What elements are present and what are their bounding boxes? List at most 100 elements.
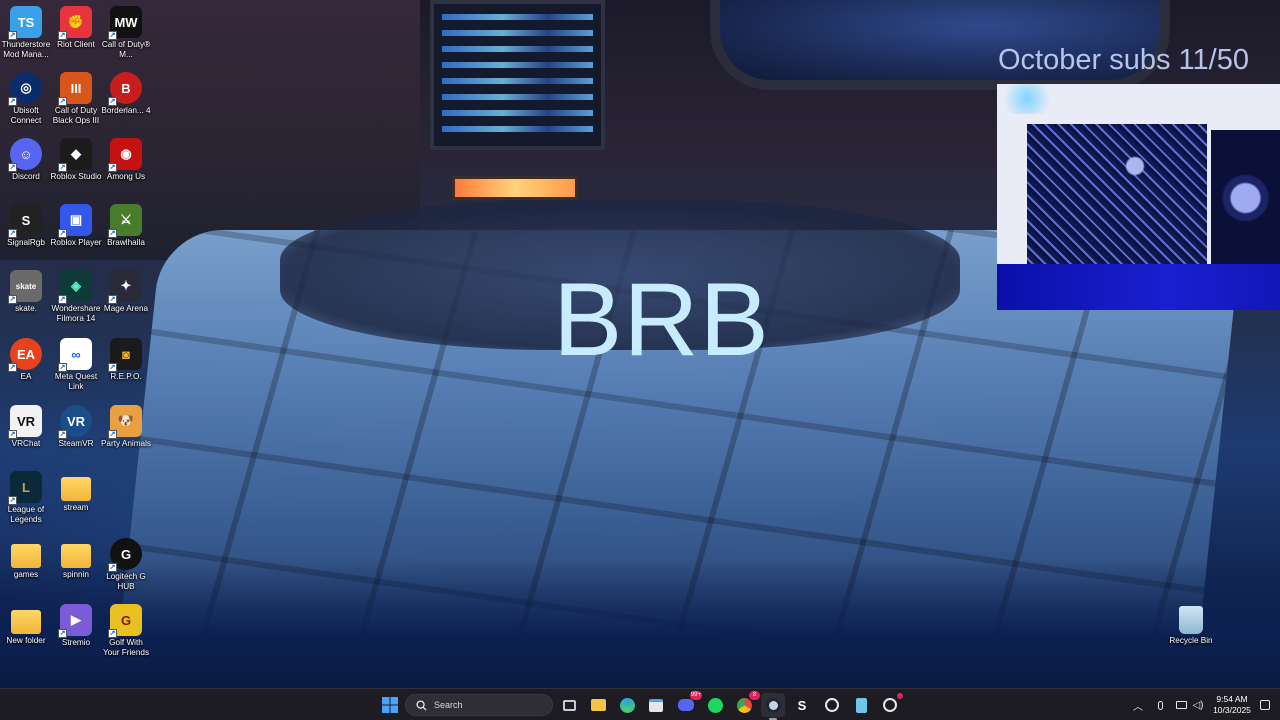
taskbar-discord[interactable]: 99+ [674, 691, 702, 717]
tray-overflow-button[interactable]: ︿ [1130, 693, 1146, 717]
desktop-icon-mage-arena[interactable]: ✦ ↗ Mage Arena [100, 270, 152, 314]
webcam-poster-left [1027, 124, 1207, 264]
folder-icon [61, 544, 91, 568]
desktop-icon-among-us[interactable]: ◉ ↗ Among Us [100, 138, 152, 182]
roblox-studio-icon: ◆ ↗ [58, 138, 92, 172]
desktop-icon-logitech-g-hub[interactable]: G ↗ Logitech G HUB [100, 538, 152, 592]
desktop-icon-skate[interactable]: skate ↗ skate. [0, 270, 52, 314]
desktop-icon-ubisoft-connect[interactable]: ◎ ↗ Ubisoft Connect [0, 72, 52, 126]
app-alert-icon [883, 698, 897, 712]
desktop-icon-filmora[interactable]: ◈ ↗ Wondershare Filmora 14 [50, 270, 102, 324]
desktop-icon-ea[interactable]: EA ↗ EA [0, 338, 52, 382]
repo-icon: ◙ ↗ [108, 338, 142, 372]
file-explorer-icon [590, 699, 606, 711]
tray-network-button[interactable] [1173, 693, 1189, 717]
webcam-blue-band [997, 264, 1280, 310]
volume-icon: ◁) [1192, 699, 1204, 711]
steamvr-icon: VR ↗ [58, 405, 92, 439]
desktop-icon-roblox-player[interactable]: ▣ ↗ Roblox Player [50, 204, 102, 248]
party-animals-icon: 🐶 ↗ [108, 405, 142, 439]
taskbar-search-box[interactable]: Search [405, 694, 553, 716]
desktop-icon-vrchat[interactable]: VR ↗ VRChat [0, 405, 52, 449]
thunderstore-icon: TS ↗ [8, 6, 42, 40]
desktop-icon-signalrgb[interactable]: S ↗ SignalRgb [0, 204, 52, 248]
taskbar-app-alert[interactable] [878, 693, 903, 717]
discord-icon [678, 699, 694, 711]
stremio-icon: ▶ ↗ [58, 604, 92, 638]
taskbar-signalrgb[interactable]: S [790, 693, 814, 717]
among-us-icon: ◉ ↗ [108, 138, 142, 172]
desktop-icon-repo[interactable]: ◙ ↗ R.E.P.O. [100, 338, 152, 382]
windows-start-icon [382, 697, 398, 713]
taskbar-notepad[interactable] [849, 693, 873, 717]
desktop-icon-games-folder[interactable]: games [0, 538, 52, 580]
tray-clock[interactable]: 9:54 AM 10/3/2025 [1208, 694, 1256, 716]
tray-microphone-button[interactable] [1152, 693, 1168, 717]
clock-date: 10/3/2025 [1213, 705, 1251, 715]
borderlands-icon: B ↗ [108, 72, 142, 106]
recycle-bin-icon [1179, 606, 1203, 634]
desktop-icon-new-folder[interactable]: New folder [0, 604, 52, 646]
desktop-icon-discord[interactable]: ☺ ↗ Discord [0, 138, 52, 182]
taskbar: Search 99+ 8 S ︿ ◁) 9:54 AM 10/3/2025 [0, 688, 1280, 720]
riot-client-icon: ✊ ↗ [58, 6, 92, 40]
chrome-icon [736, 697, 752, 713]
start-button[interactable] [378, 693, 402, 717]
wallpaper-control-panel [430, 0, 605, 150]
league-of-legends-icon: L ↗ [8, 471, 42, 505]
black-ops-iii-icon: III ↗ [58, 72, 92, 106]
roblox-player-icon: ▣ ↗ [58, 204, 92, 238]
taskbar-file-explorer[interactable] [586, 693, 610, 717]
desktop-icon-thunderstore[interactable]: TS ↗ Thunderstore Mod Mana... [0, 6, 52, 60]
desktop-icon-black-ops-iii[interactable]: III ↗ Call of Duty Black Ops III [50, 72, 102, 126]
desktop-icon-stremio[interactable]: ▶ ↗ Stremio [50, 604, 102, 648]
search-icon [416, 699, 427, 711]
desktop-icon-call-of-duty-mw[interactable]: MW ↗ Call of Duty® M... [100, 6, 152, 60]
edge-icon [619, 697, 635, 713]
taskbar-edge[interactable] [615, 693, 639, 717]
desktop-icon-golf-with-your-friends[interactable]: G ↗ Golf With Your Friends [100, 604, 152, 658]
filmora-icon: ◈ ↗ [58, 270, 92, 304]
signalrgb-icon: S ↗ [8, 204, 42, 238]
taskbar-steam[interactable] [761, 693, 785, 720]
call-of-duty-mw-icon: MW ↗ [108, 6, 142, 40]
desktop-icon-league-of-legends[interactable]: L ↗ League of Legends [0, 471, 52, 525]
desktop-icon-recycle-bin[interactable]: Recycle Bin [1165, 606, 1217, 646]
vrchat-icon: VR ↗ [8, 405, 42, 439]
network-icon [1175, 701, 1187, 709]
logitech-g-hub-icon: G ↗ [108, 538, 142, 572]
notepad-icon [855, 697, 867, 713]
spotify-icon [707, 697, 723, 713]
signalrgb-icon: S [797, 697, 807, 713]
desktop-icon-steamvr[interactable]: VR ↗ SteamVR [50, 405, 102, 449]
ea-icon: EA ↗ [8, 338, 42, 372]
taskbar-microsoft-store[interactable] [644, 693, 668, 717]
app-alert-dot [897, 693, 903, 699]
search-placeholder: Search [434, 700, 463, 710]
taskbar-task-view[interactable] [557, 693, 581, 717]
desktop-icon-stream-folder[interactable]: stream [50, 471, 102, 513]
taskbar-obs[interactable] [820, 693, 844, 717]
brb-overlay-text: BRB [553, 262, 770, 378]
store-icon [649, 698, 663, 712]
desktop-icon-party-animals[interactable]: 🐶 ↗ Party Animals [100, 405, 152, 449]
taskbar-chrome[interactable]: 8 [732, 691, 760, 717]
task-view-icon [562, 699, 576, 711]
desktop-icon-spinnin-folder[interactable]: spinnin [50, 538, 102, 580]
taskbar-spotify[interactable] [703, 693, 727, 717]
skate-icon: skate ↗ [8, 270, 42, 304]
desktop-icon-meta-quest-link[interactable]: ∞ ↗ Meta Quest Link [50, 338, 102, 392]
brawlhalla-icon: ⚔ ↗ [108, 204, 142, 238]
tray-notifications-button[interactable] [1256, 693, 1274, 717]
chevron-up-icon: ︿ [1133, 701, 1143, 713]
golf-with-your-friends-icon: G ↗ [108, 604, 142, 638]
desktop-icon-roblox-studio[interactable]: ◆ ↗ Roblox Studio [50, 138, 102, 182]
desktop-icon-riot-client[interactable]: ✊ ↗ Riot Client [50, 6, 102, 50]
desktop-icon-borderlands[interactable]: B ↗ Borderlan... 4 [100, 72, 152, 116]
tray-volume-button[interactable]: ◁) [1190, 693, 1206, 717]
desktop-icon-brawlhalla[interactable]: ⚔ ↗ Brawlhalla [100, 204, 152, 248]
wallpaper-floor [0, 560, 1280, 688]
meta-quest-link-icon: ∞ ↗ [58, 338, 92, 372]
webcam-light-glow [997, 84, 1057, 114]
discord-icon: ☺ ↗ [8, 138, 42, 172]
